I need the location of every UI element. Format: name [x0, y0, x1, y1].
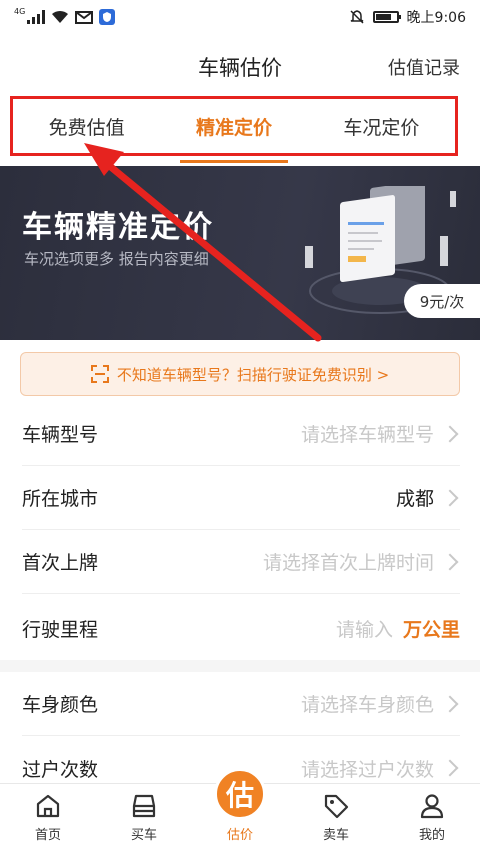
valuation-history-link[interactable]: 估值记录: [388, 54, 460, 80]
chevron-right-icon: [441, 695, 459, 712]
form-row-city[interactable]: 所在城市 成都: [22, 466, 460, 530]
signal-icon: [27, 10, 46, 24]
section-divider: [0, 660, 480, 672]
scan-license-bar[interactable]: 不知道车辆型号？扫描行驶证免费识别 >: [20, 352, 460, 396]
bottom-nav-mine[interactable]: 我的: [384, 784, 480, 853]
chevron-right-icon: [441, 553, 459, 570]
promo-banner: 车辆精准定价 车况选项更多 报告内容更细 9元/次: [0, 166, 480, 340]
scan-icon: [90, 365, 109, 383]
bottom-nav-home[interactable]: 首页: [0, 784, 96, 853]
form-row-model[interactable]: 车辆型号 请选择车辆型号: [22, 402, 460, 466]
bottom-nav-label: 买车: [130, 828, 157, 843]
nav-bar: 车辆估价 估值记录: [0, 34, 480, 96]
bottom-nav-label: 估价: [226, 828, 253, 843]
bottom-nav-label: 首页: [34, 828, 61, 843]
first-registration-placeholder: 请选择首次上牌时间: [262, 552, 434, 574]
color-label: 车身颜色: [22, 694, 99, 716]
mileage-label: 行驶里程: [22, 618, 99, 641]
shield-icon: [99, 9, 116, 25]
chevron-right-icon: [441, 489, 459, 506]
bottom-nav-label: 卖车: [322, 828, 349, 843]
form-row-first-registration[interactable]: 首次上牌 请选择首次上牌时间: [22, 530, 460, 594]
network-label: 4G: [14, 6, 26, 16]
bottom-nav-buy-car[interactable]: 买车: [96, 784, 192, 853]
form-row-mileage[interactable]: 行驶里程 请输入 万公里: [22, 596, 460, 660]
car-icon: [132, 794, 156, 818]
battery-icon: [372, 11, 401, 23]
model-placeholder: 请选择车辆型号: [300, 424, 434, 446]
status-time: 晚上9:06: [406, 10, 466, 26]
chevron-right-icon: [441, 425, 459, 442]
city-value: 成都: [395, 488, 434, 510]
bottom-nav-label: 我的: [418, 828, 445, 843]
model-label: 车辆型号: [22, 424, 99, 446]
chevron-right-icon: [441, 759, 459, 777]
mileage-input[interactable]: 请输入: [336, 615, 393, 642]
mileage-unit: 万公里: [402, 618, 460, 641]
wifi-icon: [52, 10, 69, 23]
valuation-tabs: 免费估值 精准定价 车况定价: [10, 96, 458, 163]
banner-title: 车辆精准定价: [22, 210, 214, 245]
bottom-nav-estimate[interactable]: 估 估价: [192, 768, 288, 853]
bottom-nav: 首页 买车 估 估价 卖车 我的: [0, 768, 480, 853]
mail-icon: [75, 10, 94, 24]
color-placeholder: 请选择车身颜色: [300, 694, 434, 716]
tab-precise-pricing[interactable]: 精准定价: [160, 99, 307, 163]
banner-subtitle: 车况选项更多 报告内容更细: [24, 250, 209, 268]
tag-icon: [324, 794, 349, 819]
tab-free-valuation[interactable]: 免费估值: [13, 99, 160, 153]
mute-bell-icon: [350, 10, 364, 24]
first-registration-label: 首次上牌: [22, 552, 99, 574]
city-label: 所在城市: [22, 488, 99, 510]
home-icon: [36, 794, 60, 818]
scan-text: 不知道车辆型号？扫描行驶证免费识别 >: [116, 365, 390, 384]
transfers-placeholder: 请选择过户次数: [300, 758, 434, 781]
transfers-label: 过户次数: [22, 758, 99, 781]
status-bar: 4G 晚上9:06: [0, 0, 480, 34]
price-badge: 9元/次: [404, 284, 480, 318]
user-icon: [420, 794, 444, 819]
tab-condition-pricing[interactable]: 车况定价: [308, 99, 455, 153]
bottom-nav-sell-car[interactable]: 卖车: [288, 784, 384, 853]
form-row-color[interactable]: 车身颜色 请选择车身颜色: [22, 672, 460, 736]
estimate-icon: 估: [214, 768, 266, 820]
